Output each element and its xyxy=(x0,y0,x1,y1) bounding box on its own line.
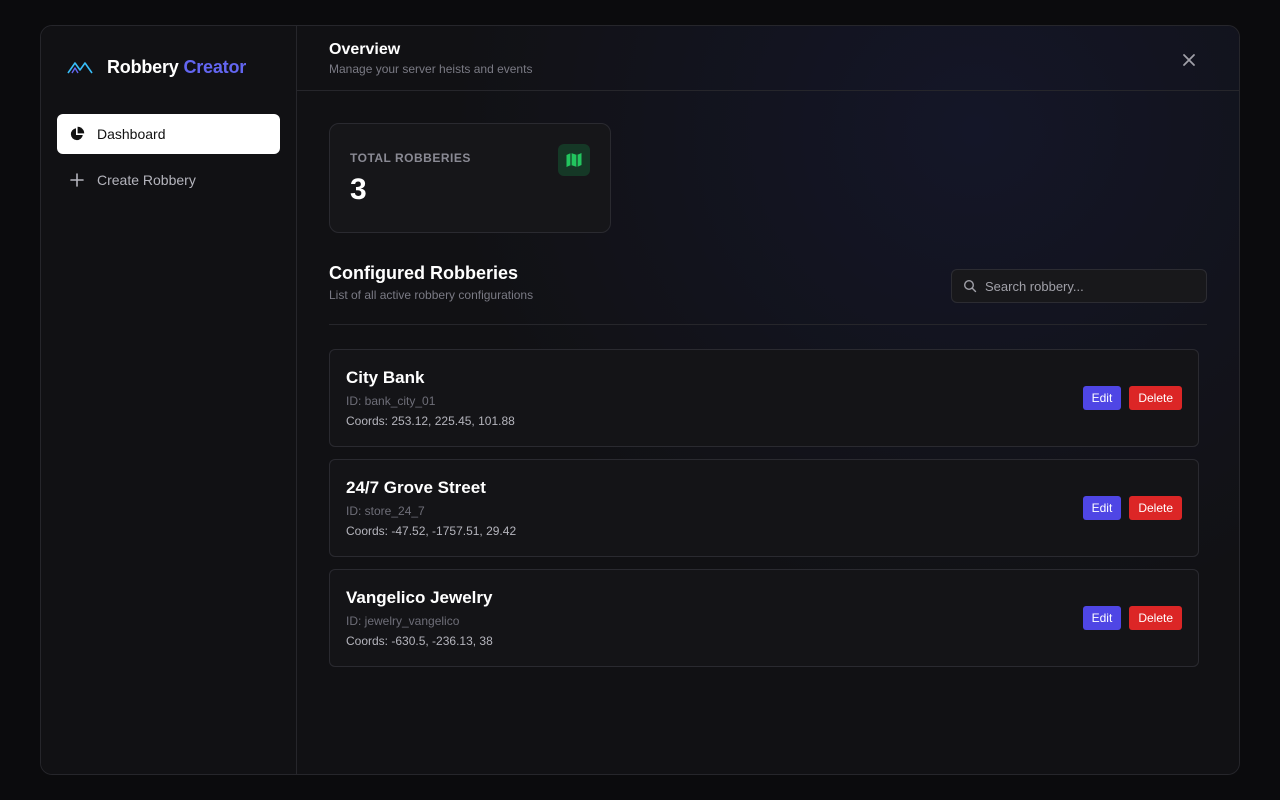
robbery-coords: Coords: 253.12, 225.45, 101.88 xyxy=(346,414,515,428)
stat-value: 3 xyxy=(350,173,367,206)
robbery-card: 24/7 Grove Street ID: store_24_7 Coords:… xyxy=(329,459,1199,557)
edit-button[interactable]: Edit xyxy=(1082,606,1122,630)
brand-title: Robbery Creator xyxy=(107,57,246,78)
robbery-id: ID: bank_city_01 xyxy=(346,394,436,408)
search-icon xyxy=(963,279,977,293)
pie-chart-icon xyxy=(70,126,85,141)
brand-name: Robbery xyxy=(107,56,179,77)
edit-button[interactable]: Edit xyxy=(1082,386,1122,410)
card-actions: Edit Delete xyxy=(1082,496,1182,520)
brand-accent: Creator xyxy=(183,56,247,77)
robbery-id: ID: jewelry_vangelico xyxy=(346,614,460,628)
sidebar-item-dashboard[interactable]: Dashboard xyxy=(57,114,280,154)
robbery-coords: Coords: -47.52, -1757.51, 29.42 xyxy=(346,524,517,538)
page-title: Overview xyxy=(329,41,401,58)
close-button[interactable] xyxy=(1179,50,1199,70)
content: TOTAL ROBBERIES 3 Configured Robberies L… xyxy=(297,91,1239,667)
page-header: Overview Manage your server heists and e… xyxy=(297,26,1239,91)
sidebar-item-create-robbery[interactable]: Create Robbery xyxy=(57,160,280,200)
card-actions: Edit Delete xyxy=(1082,386,1182,410)
sidebar-item-label: Dashboard xyxy=(97,126,166,142)
delete-button[interactable]: Delete xyxy=(1129,606,1182,630)
stat-icon-box xyxy=(558,144,590,176)
stat-card-total-robberies: TOTAL ROBBERIES 3 xyxy=(329,123,611,233)
search-input[interactable] xyxy=(985,278,1195,294)
robbery-card: City Bank ID: bank_city_01 Coords: 253.1… xyxy=(329,349,1199,447)
card-actions: Edit Delete xyxy=(1082,606,1182,630)
section-header: Configured Robberies List of all active … xyxy=(329,263,1207,325)
search-box xyxy=(951,269,1207,303)
sidebar: Robbery Creator Dashboard Create Robbery xyxy=(41,26,297,774)
edit-button[interactable]: Edit xyxy=(1082,496,1122,520)
robbery-card: Vangelico Jewelry ID: jewelry_vangelico … xyxy=(329,569,1199,667)
main-panel: Overview Manage your server heists and e… xyxy=(297,26,1239,774)
stat-label: TOTAL ROBBERIES xyxy=(350,151,471,165)
app-window: Robbery Creator Dashboard Create Robbery xyxy=(40,25,1240,775)
map-icon xyxy=(566,153,582,167)
brand: Robbery Creator xyxy=(57,26,280,108)
robbery-name: 24/7 Grove Street xyxy=(346,478,486,497)
plus-icon xyxy=(70,173,84,187)
delete-button[interactable]: Delete xyxy=(1129,496,1182,520)
delete-button[interactable]: Delete xyxy=(1129,386,1182,410)
robbery-coords: Coords: -630.5, -236.13, 38 xyxy=(346,634,493,648)
sidebar-nav: Dashboard Create Robbery xyxy=(57,114,280,200)
mountain-icon xyxy=(67,62,93,74)
robbery-name: City Bank xyxy=(346,368,425,387)
robbery-name: Vangelico Jewelry xyxy=(346,588,493,607)
close-icon xyxy=(1183,54,1195,66)
sidebar-item-label: Create Robbery xyxy=(97,172,196,188)
page-subtitle: Manage your server heists and events xyxy=(329,62,533,76)
robbery-list: City Bank ID: bank_city_01 Coords: 253.1… xyxy=(329,349,1207,667)
robbery-id: ID: store_24_7 xyxy=(346,504,425,518)
